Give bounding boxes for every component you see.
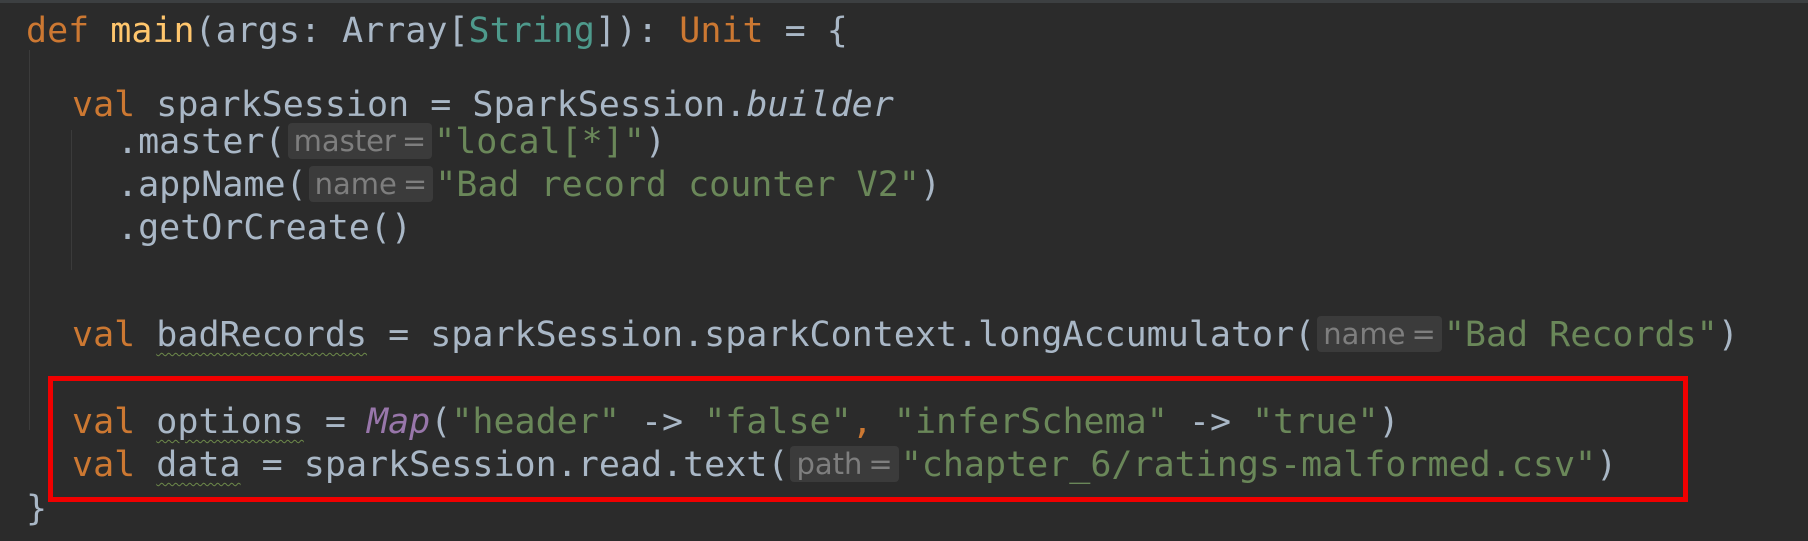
type-array: Array[ [342,11,469,51]
var-bad-records: badRecords [156,315,368,355]
var-options: options [156,402,304,442]
arrow-1: -> [619,402,705,442]
string-literal: "Bad record counter V2" [435,165,920,205]
param-hint-path: path = [790,446,899,482]
keyword-def: def [26,11,90,51]
param-hint-equals: = [402,167,428,201]
keyword-val: val [72,85,136,125]
line6-text: = sparkSession.sparkContext.longAccumula… [367,315,1316,355]
code-line-7[interactable]: val options = Map("header" -> "false", "… [72,401,1400,444]
code-line-1[interactable]: def main(args: Array[String]): Unit = { [26,10,848,53]
indent-guide-inner [71,130,72,270]
params-close: ]): [594,11,680,51]
string-true: "true" [1252,402,1379,442]
equals-sign: = [303,402,368,442]
string-header: "header" [451,402,620,442]
comma: , [851,402,894,442]
string-infer-schema: "inferSchema" [893,402,1168,442]
string-literal: "local[*]" [434,122,645,162]
param-hint-name: name = [308,166,434,202]
arrow-2: -> [1167,402,1253,442]
keyword-val: val [72,315,136,355]
param-hint-name: name = [1317,316,1442,352]
param-hint-label: master [293,124,396,158]
code-line-8[interactable]: val data = sparkSession.read.text(path = "… [72,444,1617,487]
close-paren: ) [1717,315,1739,355]
param-hint-equals: = [868,447,893,481]
line8-text: = sparkSession.read.text( [240,445,789,485]
param-hint-equals: = [401,124,427,158]
type-unit: Unit [679,11,764,51]
editor-top-border [0,0,1808,3]
code-line-3[interactable]: .master(master = "local[*]") [117,121,666,164]
indent-guide-outer [29,50,30,430]
close-paren: ) [1378,402,1400,442]
param-hint-label: path [796,447,863,481]
open-paren: ( [430,402,452,442]
map-constructor: Map [367,402,431,442]
keyword-val: val [72,402,136,442]
keyword-val: val [72,445,136,485]
line2-text: sparkSession = SparkSession. [135,85,747,125]
param-hint-label: name [1323,317,1406,351]
code-line-9[interactable]: } [26,488,47,531]
builder-method: builder [746,85,894,125]
code-line-6[interactable]: val badRecords = sparkSession.sparkConte… [72,314,1739,357]
string-literal: "chapter_6/ratings-malformed.csv" [900,445,1597,485]
string-false: "false" [704,402,852,442]
appname-call: .appName( [117,165,307,205]
master-call: .master( [117,122,286,162]
code-line-5[interactable]: .getOrCreate() [117,207,412,250]
code-line-4[interactable]: .appName(name = "Bad record counter V2") [117,164,941,207]
close-paren: ) [1596,445,1618,485]
close-paren: ) [919,165,941,205]
param-hint-master: master = [287,123,433,159]
line1-tail: = { [763,11,848,51]
closing-brace: } [26,489,48,529]
code-editor[interactable]: def main(args: Array[String]): Unit = { … [0,0,1808,541]
close-paren: ) [644,122,666,162]
var-data: data [156,445,241,485]
param-hint-label: name [314,167,397,201]
param-hint-equals: = [1411,317,1436,351]
string-literal: "Bad Records" [1443,315,1718,355]
function-name: main [110,11,195,51]
type-string: String [468,11,595,51]
params-open: (args: [194,11,343,51]
getorcreate-call: .getOrCreate() [117,208,413,248]
